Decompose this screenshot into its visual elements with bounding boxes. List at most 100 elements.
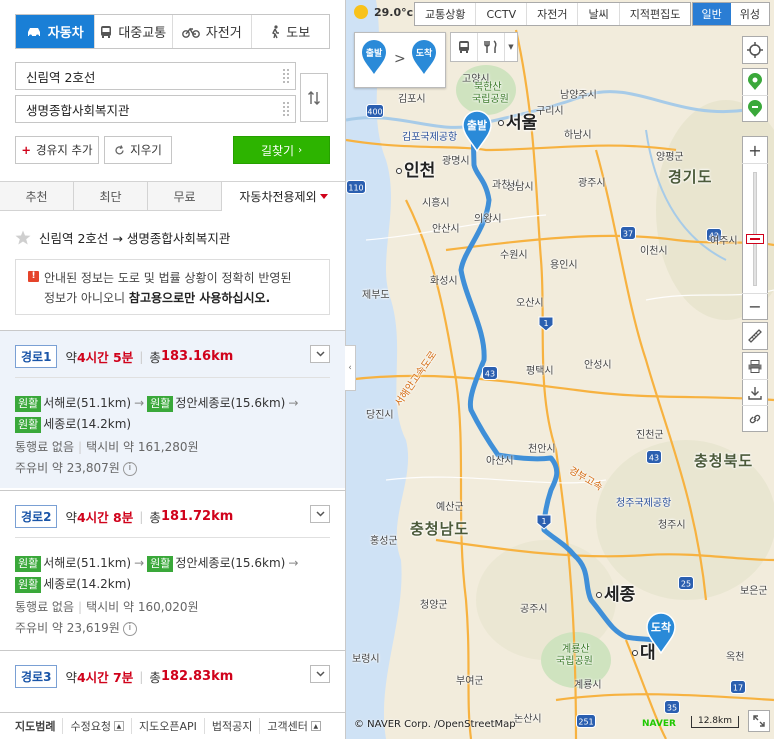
layer-cctv-button[interactable]: CCTV [475, 3, 526, 25]
route-1-roads: 원활 서해로(51.1km) → 원활 정안세종로(15.6km) → 원활 세종로(14.… [15, 393, 320, 435]
footer-report-link[interactable]: 수정요청 ▲ [62, 718, 130, 734]
map-label-seongnam: 성남시 [506, 182, 534, 193]
end-location-button[interactable] [742, 95, 768, 121]
clear-label: 지우기 [130, 143, 162, 157]
origin-input[interactable]: 신림역 2호선 [15, 62, 296, 90]
bus-poi-button[interactable] [451, 33, 478, 61]
map-label-cheongyang: 청양군 [420, 600, 448, 611]
map-type-satellite-button[interactable]: 위성 [731, 3, 769, 25]
info-icon[interactable]: i [122, 621, 137, 636]
transport-mode-tabs: 자동차 대중교통 자전거 도보 [15, 14, 330, 49]
route-summary-text: 신림역 2호선 → 생명종합사회복지관 [39, 231, 231, 246]
destination-input[interactable]: 생명종합사회복지관 [15, 95, 296, 123]
route-2-expand-button[interactable] [310, 505, 330, 523]
temperature: 29.0°c [374, 5, 414, 19]
footer-legend-link[interactable]: 지도범례 [8, 718, 62, 734]
fullscreen-button[interactable] [748, 710, 770, 732]
map-label-incheon: 인천 [396, 156, 435, 181]
mode-walk-tab[interactable]: 도보 [250, 15, 329, 48]
route-option-2[interactable]: 경로2 약 4시간 8분 | 총 181.72km 원활 서해로(51.1km) →… [0, 490, 345, 648]
footer-legal-link[interactable]: 법적공지 [203, 718, 259, 734]
weather-widget[interactable]: 29.0°c [354, 5, 413, 19]
road-segment: 서해로(51.1km) [43, 556, 132, 570]
map-label-yesan: 예산군 [436, 502, 464, 513]
map-copyright: © NAVER Corp. /OpenStreetMap [354, 719, 516, 730]
traffic-badge: 원활 [15, 577, 42, 593]
route-option-1[interactable]: 경로1 약 4시간 5분 | 총 183.16km 원활 서해로(51.1km) →… [0, 330, 345, 488]
layer-cadastral-button[interactable]: 지적편집도 [618, 3, 691, 25]
ruler-button[interactable] [742, 323, 768, 349]
mode-bike-label: 자전거 [205, 26, 242, 41]
link-icon [749, 414, 761, 423]
footer-legend-label: 지도범례 [15, 720, 56, 733]
tab-recommended[interactable]: 추천 [0, 182, 74, 210]
download-icon [748, 386, 762, 400]
poi-more-dropdown[interactable]: ▼ [505, 33, 517, 61]
start-marker-label: 출발 [365, 49, 383, 59]
bus-icon [459, 41, 469, 53]
traffic-badge: 원활 [15, 556, 42, 572]
end-pin[interactable]: 도착 [646, 612, 676, 655]
mode-transit-tab[interactable]: 대중교통 [93, 15, 172, 48]
zoom-track [753, 172, 757, 286]
start-location-button[interactable] [742, 69, 768, 95]
bicycle-icon [181, 27, 200, 38]
caret-up-icon: ▲ [113, 721, 124, 731]
save-button[interactable] [742, 379, 768, 405]
warning-icon: ! [28, 271, 39, 282]
zoom-out-button[interactable]: − [742, 293, 768, 319]
panel-collapse-button[interactable]: ‹ [345, 345, 356, 391]
origin-destination-box[interactable]: 출발 > 도착 [354, 32, 446, 88]
seoul-label: 서울 [506, 113, 538, 133]
layer-traffic-button[interactable]: 교통상황 [415, 3, 475, 25]
dropdown-triangle-icon: ▼ [508, 43, 514, 51]
plus-icon: + [21, 143, 32, 157]
info-icon[interactable]: i [122, 461, 137, 476]
layer-weather-button[interactable]: 날씨 [577, 3, 618, 25]
start-pin[interactable]: 출발 [462, 110, 492, 153]
mode-car-tab[interactable]: 자동차 [16, 15, 94, 48]
footer-support-link[interactable]: 고객센터 ▲ [259, 718, 327, 734]
zoom-in-button[interactable]: + [742, 137, 768, 163]
star-icon[interactable] [15, 230, 31, 245]
panel-footer: 지도범례 수정요청 ▲ 지도오픈API 법적공지 고객센터 ▲ [0, 712, 345, 739]
disclaimer-notice: ! 안내된 정보는 도로 및 법률 상황이 정확히 반영된 정보가 아니오니 참… [15, 259, 330, 315]
route-shield-1b: 1 [536, 514, 552, 530]
zoom-handle[interactable] [746, 234, 764, 244]
expand-icon [753, 715, 765, 727]
route-1-header: 경로1 약 4시간 5분 | 총 183.16km [15, 345, 233, 368]
route-2-duration: 4시간 8분 [76, 510, 134, 525]
tab-shortest[interactable]: 최단 [74, 182, 148, 210]
city-dot-icon [396, 168, 402, 174]
route-1-expand-button[interactable] [310, 345, 330, 363]
destination-drag-handle[interactable] [283, 102, 289, 116]
search-route-button[interactable]: 길찾기 › [233, 136, 330, 164]
swap-button[interactable] [300, 73, 328, 122]
route-shield-37-label: 37 [623, 230, 633, 239]
chevron-right-icon: › [298, 144, 303, 156]
route-1-costs: 통행료 없음 | 택시비 약 161,280원 주유비 약 23,807원 i [15, 437, 199, 479]
layer-bicycle-button[interactable]: 자전거 [526, 3, 577, 25]
route-3-expand-button[interactable] [310, 665, 330, 683]
zoom-slider[interactable] [742, 163, 768, 293]
tab-exclude-motorway[interactable]: 자동차전용제외 [222, 182, 345, 211]
print-button[interactable] [742, 353, 768, 379]
chevron-down-icon [315, 511, 325, 517]
route-1-duration: 4시간 5분 [76, 350, 134, 365]
map-type-normal-button[interactable]: 일반 [692, 3, 731, 25]
restaurant-poi-button[interactable] [478, 33, 505, 61]
my-location-button[interactable] [742, 37, 768, 63]
origin-drag-handle[interactable] [283, 69, 289, 83]
map-view[interactable]: 400 110 1 43 37 42 1 43 25 35 251 17 서울 … [346, 0, 774, 739]
clear-button[interactable]: 지우기 [104, 136, 172, 164]
notice-line1: 안내된 정보는 도로 및 법률 상황이 정확히 반영된 [44, 271, 292, 285]
footer-api-link[interactable]: 지도오픈API [130, 718, 204, 734]
route-option-3[interactable]: 경로3 약 4시간 7분 | 총 182.83km [0, 650, 345, 712]
road-segment: 세종로(14.2km) [43, 417, 132, 431]
link-button[interactable] [742, 405, 768, 431]
mode-bike-tab[interactable]: 자전거 [172, 15, 251, 48]
route-shield-251-label: 251 [578, 718, 593, 727]
tab-free[interactable]: 무료 [148, 182, 222, 210]
separator: | [139, 509, 144, 524]
add-waypoint-button[interactable]: + 경유지 추가 [15, 136, 99, 164]
